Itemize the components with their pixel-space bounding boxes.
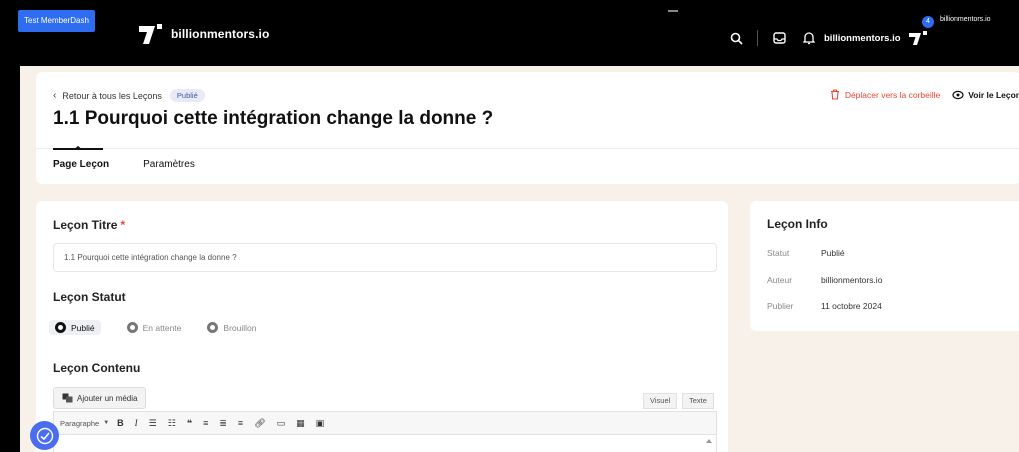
tab-parametres[interactable]: Paramètres	[143, 159, 195, 170]
view-label: Voir le Leçon	[968, 89, 1019, 100]
italic-icon[interactable]: I	[135, 418, 138, 428]
view-lesson-button[interactable]: Voir le Leçon	[952, 90, 1019, 100]
align-right-icon[interactable]: ≡	[238, 418, 243, 428]
info-key: Statut	[767, 248, 790, 258]
toolbar-toggle-icon[interactable]: ▦	[296, 418, 305, 429]
info-value: billionmentors.io	[821, 275, 883, 285]
top-navigation-bar: Test MemberDash billionmentors.io billio…	[0, 0, 1019, 66]
content-field-label: Leçon Contenu	[53, 361, 141, 375]
radio-dot	[207, 322, 219, 333]
eye-icon	[952, 90, 964, 99]
active-tab-caret	[73, 146, 83, 150]
back-link[interactable]: Retour à tous les Leçons	[62, 91, 162, 101]
info-row-publish: Publier 11 octobre 2024	[767, 301, 882, 311]
info-value: Publié	[821, 248, 845, 258]
media-icon	[62, 393, 73, 403]
brand[interactable]: billionmentors.io	[137, 22, 269, 46]
tab-page-lecon[interactable]: Page Leçon	[53, 159, 109, 170]
radio-label: Publié	[71, 322, 95, 333]
tab-text[interactable]: Texte	[682, 393, 714, 409]
tab-visual[interactable]: Visuel	[643, 393, 678, 409]
format-select[interactable]: Paragraphe ▼	[60, 419, 109, 428]
title-label-text: Leçon Titre	[53, 218, 118, 232]
chevron-down-icon: ▼	[103, 420, 110, 426]
nav-icons	[727, 29, 830, 47]
chevron-left-icon: ‹	[53, 90, 57, 101]
info-key: Publier	[767, 301, 794, 311]
add-media-button[interactable]: Ajouter un média	[53, 387, 147, 409]
site-chip[interactable]: Test MemberDash	[18, 10, 95, 32]
format-select-value: Paragraphe	[60, 418, 100, 428]
page-title: 1.1 Pourquoi cette intégration change la…	[53, 108, 494, 129]
nav-separator	[757, 30, 758, 46]
scroll-up-icon[interactable]	[706, 439, 712, 443]
info-row-status: Statut Publié	[767, 248, 845, 258]
header-actions: Déplacer vers la corbeille Voir le Leçon	[830, 89, 1019, 100]
window-handle	[668, 10, 678, 12]
align-left-icon[interactable]: ≡	[203, 418, 208, 428]
fullscreen-icon[interactable]: ▣	[316, 418, 325, 429]
accessibility-button[interactable]	[30, 421, 59, 450]
radio-en-attente[interactable]: En attente	[126, 322, 182, 333]
accessibility-icon	[36, 427, 53, 444]
lesson-form-card: Leçon Titre* Leçon Statut Publié En atte…	[36, 201, 728, 452]
radio-label: En attente	[142, 322, 182, 333]
radio-dot	[126, 322, 138, 333]
editor-toolbar: Paragraphe ▼ B I ☰ ☷ ❝ ≡ ≣ ≡ 🔗︎ ▭ ▦ ▣	[53, 411, 717, 435]
numbered-list-icon[interactable]: ☷	[168, 418, 176, 429]
info-key: Auteur	[767, 275, 793, 285]
search-icon[interactable]	[727, 29, 745, 47]
status-badge: Publié	[169, 89, 205, 102]
quote-icon[interactable]: ❝	[187, 418, 192, 429]
trash-icon	[830, 89, 839, 100]
user-name[interactable]: billionmentors.io	[940, 16, 991, 23]
lesson-title-input[interactable]	[53, 243, 717, 272]
header-divider	[36, 148, 1019, 149]
site-link[interactable]: billionmentors.io	[824, 33, 901, 44]
link-icon[interactable]: 🔗︎	[254, 418, 265, 429]
radio-publie[interactable]: Publié	[49, 320, 101, 335]
status-field-label: Leçon Statut	[53, 290, 126, 304]
title-field-label: Leçon Titre *	[53, 218, 125, 232]
bullet-list-icon[interactable]: ☰	[149, 418, 157, 429]
main-panel: ‹ Retour à tous les Leçons Publié 1.1 Po…	[20, 66, 1019, 452]
content-editor[interactable]	[53, 435, 717, 452]
read-more-icon[interactable]: ▭	[277, 418, 286, 429]
bold-icon[interactable]: B	[117, 418, 124, 428]
radio-label: Brouillon	[223, 322, 257, 333]
lesson-info-card: Leçon Info Statut Publié Auteur billionm…	[750, 201, 1019, 331]
radio-brouillon[interactable]: Brouillon	[207, 322, 256, 333]
trash-button[interactable]: Déplacer vers la corbeille	[830, 89, 940, 100]
notification-badge[interactable]: 4	[922, 16, 934, 28]
brand-name: billionmentors.io	[171, 27, 270, 41]
info-value: 11 octobre 2024	[821, 301, 882, 311]
bell-icon[interactable]	[800, 29, 818, 47]
info-title: Leçon Info	[767, 217, 828, 231]
info-row-author: Auteur billionmentors.io	[767, 275, 882, 285]
status-radio-group: Publié En attente Brouillon	[49, 320, 282, 335]
inbox-icon[interactable]	[770, 29, 788, 47]
required-mark: *	[120, 218, 126, 232]
breadcrumb[interactable]: ‹ Retour à tous les Leçons Publié	[53, 89, 205, 102]
radio-dot	[55, 322, 66, 333]
trash-label: Déplacer vers la corbeille	[844, 89, 941, 100]
editor-top-bar: Ajouter un média Visuel Texte	[53, 387, 717, 409]
add-media-label: Ajouter un média	[77, 393, 138, 403]
lesson-header-card: ‹ Retour à tous les Leçons Publié 1.1 Po…	[36, 72, 1019, 184]
align-center-icon[interactable]: ≣	[219, 418, 227, 429]
tabs: Page Leçon Paramètres	[53, 159, 229, 170]
brand-logo-icon	[139, 24, 162, 44]
avatar-logo-icon[interactable]	[908, 30, 928, 46]
